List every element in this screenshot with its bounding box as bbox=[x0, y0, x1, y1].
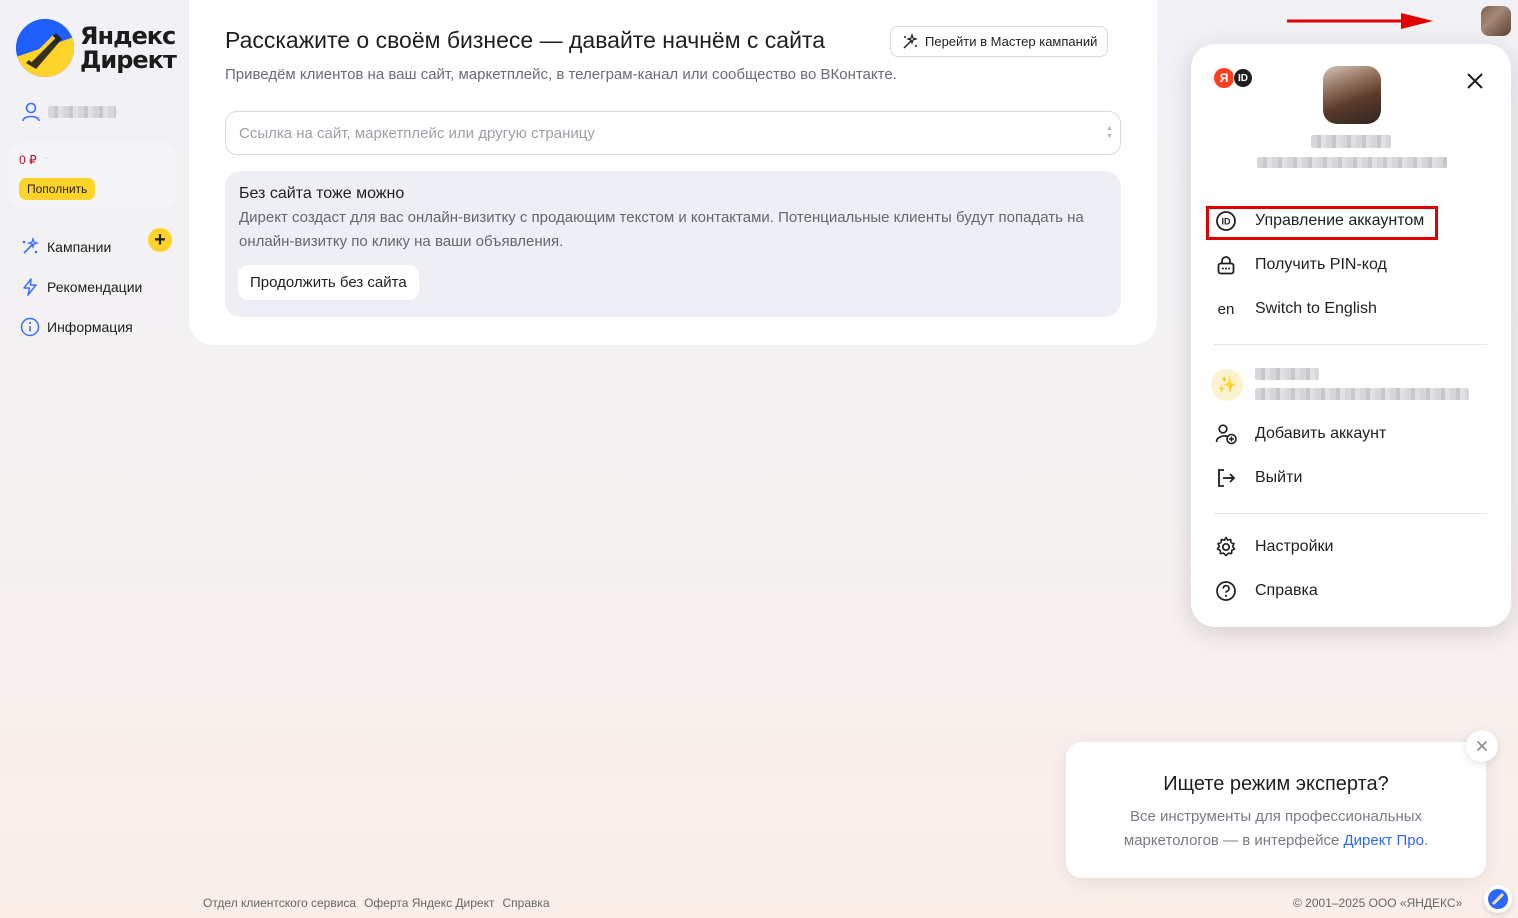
menu-item-label: Настройки bbox=[1255, 538, 1334, 555]
account-avatar-button[interactable] bbox=[1481, 6, 1511, 36]
topup-button[interactable]: Пополнить bbox=[19, 178, 96, 200]
yandex-id-badge: Я ID bbox=[1214, 68, 1253, 88]
account-menu-primary: ID Управление аккаунтом Получить PIN-код… bbox=[1214, 199, 1494, 331]
language-icon: en bbox=[1217, 300, 1235, 318]
sidebar-item-information[interactable]: Информация bbox=[20, 307, 180, 347]
magic-wand-icon bbox=[903, 32, 918, 49]
close-icon bbox=[1476, 740, 1488, 752]
login-name-redacted bbox=[48, 106, 116, 118]
profile-email-redacted bbox=[1257, 157, 1447, 168]
info-icon bbox=[20, 317, 40, 337]
campaign-master-button[interactable]: Перейти в Мастер кампаний bbox=[890, 26, 1109, 57]
input-spinner-icon: ▲ ▼ bbox=[1106, 125, 1113, 140]
menu-item-settings[interactable]: Настройки bbox=[1214, 525, 1494, 569]
footer-link-offer[interactable]: Оферта Яндекс Директ bbox=[364, 896, 494, 910]
sidebar-item-label: Кампании bbox=[47, 239, 112, 255]
logo-text-line1: Яндекс bbox=[80, 22, 176, 50]
menu-divider bbox=[1214, 513, 1487, 514]
other-account-item[interactable]: ✨ bbox=[1211, 364, 1491, 408]
footer-links: Отдел клиентского сервиса Оферта Яндекс … bbox=[203, 896, 550, 910]
sidebar-item-label: Рекомендации bbox=[47, 279, 143, 295]
campaigns-icon bbox=[22, 237, 40, 254]
no-site-title: Без сайта тоже можно bbox=[239, 185, 405, 202]
expert-popup-close-button[interactable] bbox=[1466, 730, 1498, 762]
expert-popup-text-end: . bbox=[1423, 832, 1429, 849]
site-url-input[interactable] bbox=[225, 111, 1121, 155]
menu-item-logout[interactable]: Выйти bbox=[1214, 456, 1494, 500]
no-site-panel: Без сайта тоже можно Директ создаст для … bbox=[225, 171, 1121, 317]
expert-popup-text: Все инструменты для профессиональных мар… bbox=[1106, 805, 1446, 853]
account-menu-secondary: Добавить аккаунт Выйти bbox=[1214, 412, 1494, 500]
menu-item-switch-language[interactable]: en Switch to English bbox=[1214, 287, 1494, 331]
assistant-icon bbox=[1488, 889, 1508, 909]
balance-card: 0 ₽ Пополнить bbox=[8, 142, 177, 209]
id-icon: ID bbox=[1214, 209, 1238, 233]
close-icon[interactable] bbox=[1465, 71, 1485, 91]
menu-item-label: Switch to English bbox=[1255, 300, 1377, 317]
sidebar-nav: Кампании + Рекомендации Информация bbox=[20, 227, 180, 347]
assistant-button[interactable] bbox=[1484, 885, 1512, 913]
footer-link-help[interactable]: Справка bbox=[502, 896, 549, 910]
menu-item-label: Добавить аккаунт bbox=[1255, 425, 1387, 442]
add-user-icon bbox=[1214, 422, 1238, 446]
gear-icon bbox=[1214, 535, 1238, 559]
page-title: Расскажите о своём бизнесе — давайте нач… bbox=[225, 27, 826, 53]
expert-popup-title: Ищете режим эксперта? bbox=[1163, 773, 1389, 795]
menu-item-add-account[interactable]: Добавить аккаунт bbox=[1214, 412, 1494, 456]
page-subtitle: Приведём клиентов на ваш сайт, маркетпле… bbox=[225, 66, 897, 83]
menu-item-label: Управление аккаунтом bbox=[1255, 212, 1425, 229]
sidebar: Яндекс Директ 0 ₽ Пополнить Кампании + Р… bbox=[0, 0, 189, 918]
account-menu-popup: Я ID ID Управление аккаунтом Получить PI… bbox=[1191, 44, 1511, 627]
onboarding-card: Расскажите о своём бизнесе — давайте нач… bbox=[189, 0, 1157, 345]
copyright: © 2001–2025 ООО «ЯНДЕКС» bbox=[1293, 896, 1463, 910]
menu-item-get-pin[interactable]: Получить PIN-код bbox=[1214, 243, 1494, 287]
logo-mark-icon bbox=[16, 19, 74, 77]
menu-item-manage-account[interactable]: ID Управление аккаунтом bbox=[1214, 199, 1494, 243]
user-icon bbox=[22, 102, 40, 122]
lightning-icon bbox=[23, 278, 37, 296]
no-site-description: Директ создаст для вас онлайн-визитку с … bbox=[239, 209, 1084, 250]
help-icon bbox=[1214, 579, 1238, 603]
sidebar-item-recommendations[interactable]: Рекомендации bbox=[20, 267, 180, 307]
lock-icon bbox=[1214, 253, 1238, 277]
account-menu-bottom: Настройки Справка bbox=[1214, 525, 1494, 613]
svg-text:ID: ID bbox=[1222, 217, 1232, 227]
sidebar-item-campaigns[interactable]: Кампании + bbox=[20, 227, 180, 267]
annotation-arrow-icon bbox=[1287, 13, 1433, 29]
sidebar-item-label: Информация bbox=[47, 319, 133, 335]
yandex-direct-logo[interactable]: Яндекс Директ bbox=[16, 19, 177, 77]
yandex-logo-icon: Я bbox=[1214, 68, 1234, 88]
sparkle-icon: ✨ bbox=[1211, 369, 1243, 401]
add-campaign-button[interactable]: + bbox=[148, 228, 172, 252]
logo-text-line2: Директ bbox=[80, 46, 177, 74]
other-account-name-redacted bbox=[1255, 368, 1319, 380]
footer-link-client-service[interactable]: Отдел клиентского сервиса bbox=[203, 896, 356, 910]
user-login[interactable] bbox=[20, 101, 116, 123]
logout-icon bbox=[1214, 466, 1238, 490]
menu-divider bbox=[1214, 344, 1487, 345]
other-account-email-redacted bbox=[1255, 388, 1469, 400]
id-badge-icon: ID bbox=[1233, 68, 1253, 88]
menu-item-label: Получить PIN-код bbox=[1255, 256, 1387, 273]
profile-name-redacted bbox=[1311, 135, 1391, 148]
campaign-master-label: Перейти в Мастер кампаний bbox=[925, 34, 1098, 49]
profile-avatar bbox=[1323, 66, 1381, 124]
continue-without-site-button[interactable]: Продолжить без сайта bbox=[238, 265, 419, 300]
menu-item-label: Выйти bbox=[1255, 469, 1303, 486]
menu-item-help[interactable]: Справка bbox=[1214, 569, 1494, 613]
balance-amount: 0 ₽ bbox=[19, 153, 37, 167]
expert-mode-popup: Ищете режим эксперта? Все инструменты дл… bbox=[1066, 742, 1486, 878]
menu-item-label: Справка bbox=[1255, 582, 1318, 599]
direct-pro-link[interactable]: Директ Про bbox=[1343, 832, 1423, 849]
